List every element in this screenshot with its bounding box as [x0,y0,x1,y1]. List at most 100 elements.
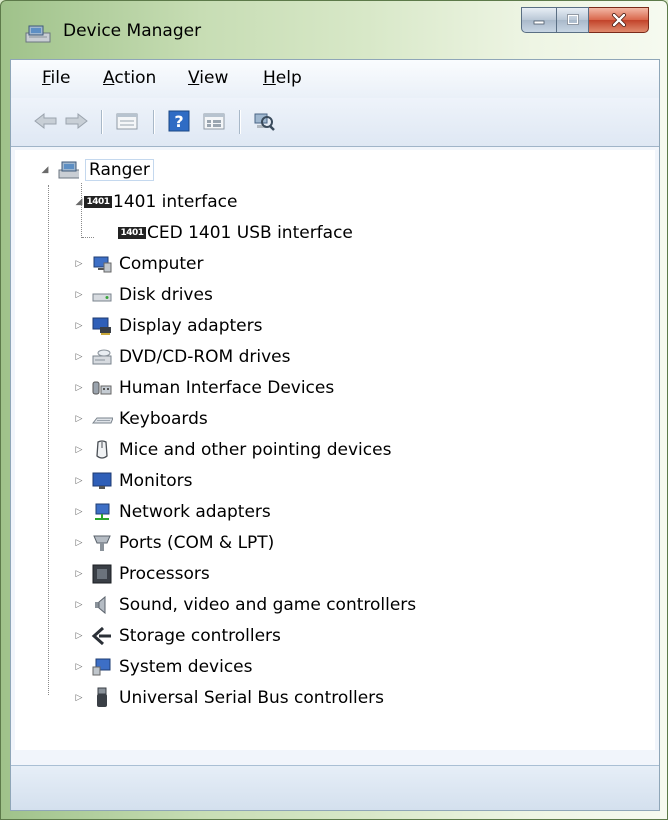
properties-button[interactable] [114,109,140,133]
tree-label: DVD/CD-ROM drives [119,347,291,367]
minimize-icon [533,20,545,25]
tree-connector [82,237,94,239]
network-adapter-icon [91,502,113,522]
tree-node-processors[interactable]: ▷ Processors [73,560,210,588]
menu-file-rest: ile [50,68,71,88]
expand-triangle-icon[interactable]: ▷ [73,506,85,518]
expand-triangle-icon[interactable]: ▷ [73,475,85,487]
caption-buttons [521,7,649,33]
tree-node-1401-interface[interactable]: ◢ 1401 1401 interface [73,188,238,216]
expand-triangle-icon[interactable]: ▷ [73,537,85,549]
title-bar[interactable]: Device Manager [1,1,667,59]
storage-controller-icon [91,626,113,646]
tree-node-dvd-drives[interactable]: ▷ DVD/CD-ROM drives [73,343,291,371]
computer-monitor-icon [91,254,113,274]
tree-node-network-adapters[interactable]: ▷ Network adapters [73,498,271,526]
processor-icon [91,564,113,584]
tree-label: Network adapters [119,502,271,522]
toolbar-separator [239,110,240,134]
expand-triangle-icon[interactable]: ▷ [73,289,85,301]
tree-label: Universal Serial Bus controllers [119,688,385,708]
tree-node-display-adapters[interactable]: ▷ Display adapters [73,312,263,340]
keyboard-icon [91,409,113,429]
collapse-triangle-icon[interactable]: ◢ [73,196,85,208]
1401-chip-icon: 1401 [84,196,112,208]
tree-node-computer[interactable]: ▷ Computer [73,250,204,278]
menu-action[interactable]: Action [103,68,156,88]
tree-node-hid[interactable]: ▷ Human Interface Devices [73,374,335,402]
expand-triangle-icon[interactable]: ▷ [73,444,85,456]
tree-label: CED 1401 USB interface [147,223,353,243]
toolbar-separator [101,110,102,134]
menu-view-rest: iew [199,68,229,88]
forward-button[interactable] [63,109,89,133]
device-manager-icon [25,25,51,43]
speaker-icon [91,595,113,615]
menu-view[interactable]: View [188,68,228,88]
tree-node-sound[interactable]: ▷ Sound, video and game controllers [73,591,417,619]
display-adapter-icon [91,316,113,336]
dvd-drive-icon [91,347,113,367]
expand-triangle-icon[interactable]: ▷ [73,630,85,642]
tree-node-ports[interactable]: ▷ Ports (COM & LPT) [73,529,275,557]
expand-triangle-icon[interactable]: ▷ [73,258,85,270]
tree-node-usb[interactable]: ▷ Universal Serial Bus controllers [73,684,384,712]
tree-node-storage-controllers[interactable]: ▷ Storage controllers [73,622,281,650]
expand-triangle-icon[interactable]: ▷ [73,351,85,363]
status-bar [11,765,659,810]
tree-label: Disk drives [119,285,213,305]
tree-node-disk-drives[interactable]: ▷ Disk drives [73,281,213,309]
tree-label: Storage controllers [119,626,281,646]
scan-hardware-button[interactable] [251,109,277,133]
help-button[interactable]: ? [167,109,191,133]
expand-triangle-icon[interactable]: ▷ [73,568,85,580]
tree-node-system-devices[interactable]: ▷ System devices [73,653,253,681]
tree-node-ranger[interactable]: ◢ Ranger [39,156,154,184]
minimize-button[interactable] [521,7,557,33]
tree-label: Monitors [119,471,193,491]
details-button[interactable] [201,109,227,133]
tree-node-mice[interactable]: ▷ Mice and other pointing devices [73,436,392,464]
menu-bar: File Action View Help [11,60,659,98]
back-button[interactable] [33,109,59,133]
device-tree: ◢ Ranger ◢ 1401 1401 interface 1401 CED … [15,150,655,750]
tree-label: Mice and other pointing devices [119,440,392,460]
toolbar-separator [153,110,154,134]
tree-label: Ranger [85,159,154,181]
window-title: Device Manager [63,21,202,41]
menu-help[interactable]: Help [263,68,302,88]
system-device-icon [91,657,113,677]
expand-triangle-icon[interactable]: ▷ [73,320,85,332]
tree-label: System devices [119,657,253,677]
tree-label: Computer [119,254,204,274]
expand-triangle-icon[interactable]: ▷ [73,599,85,611]
tree-node-ced-1401-usb[interactable]: 1401 CED 1401 USB interface [115,219,353,247]
expand-triangle-icon[interactable]: ▷ [73,382,85,394]
svg-text:?: ? [174,112,183,131]
expand-triangle-icon[interactable]: ▷ [73,692,85,704]
port-icon [91,533,113,553]
scan-hardware-icon [254,113,275,131]
menu-action-rest: ction [114,68,157,88]
client-area: File Action View Help ? ◢ Ranger ◢ 1401 … [10,59,660,811]
toolbar: ? [11,98,659,147]
collapse-triangle-icon[interactable]: ◢ [39,164,51,176]
tree-label: Keyboards [119,409,208,429]
tree-node-monitors[interactable]: ▷ Monitors [73,467,193,495]
maximize-button[interactable] [557,7,589,33]
tree-label: Ports (COM & LPT) [119,533,275,553]
tree-label: Human Interface Devices [119,378,335,398]
expand-triangle-icon[interactable]: ▷ [73,661,85,673]
usb-icon [91,687,113,708]
tree-node-keyboards[interactable]: ▷ Keyboards [73,405,208,433]
mouse-icon [91,440,113,460]
menu-help-rest: elp [275,68,302,88]
tree-label: Sound, video and game controllers [119,595,417,615]
forward-arrow-icon [65,112,88,130]
close-button[interactable] [589,7,649,33]
expand-triangle-icon[interactable]: ▷ [73,413,85,425]
menu-file[interactable]: File [42,68,70,88]
close-icon [611,13,626,27]
computer-icon [57,160,79,180]
back-arrow-icon [34,112,57,130]
